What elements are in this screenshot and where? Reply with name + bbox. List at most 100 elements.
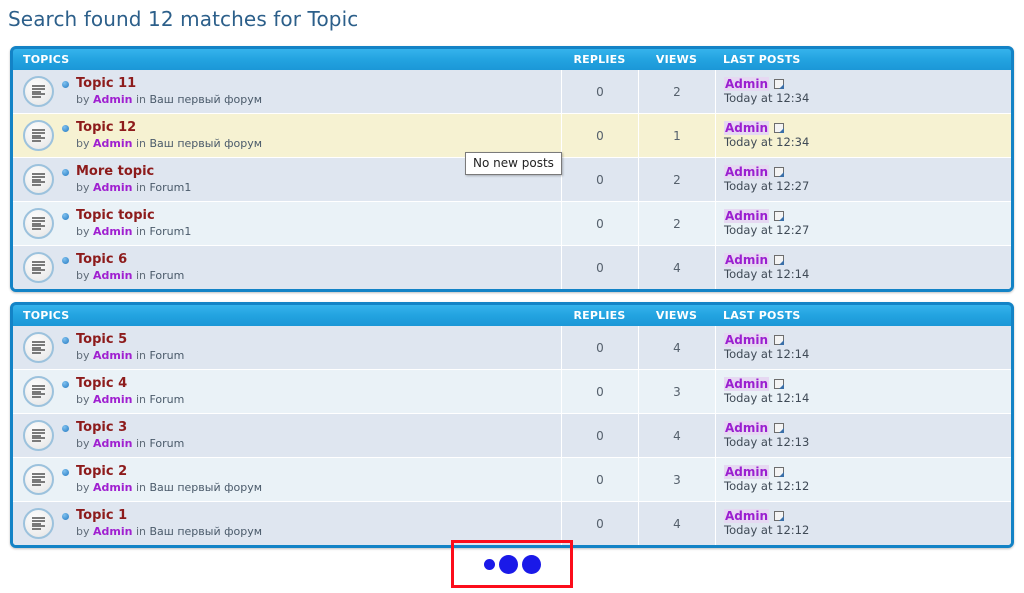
last-post-time: Today at 12:14 [724, 267, 810, 282]
last-post-author-link[interactable]: Admin [724, 208, 770, 224]
topic-no-new-posts-icon[interactable] [23, 376, 54, 407]
last-post-cell: Admin Today at 12:13 [715, 414, 985, 457]
topic-author-link[interactable]: Admin [93, 481, 132, 494]
pagination-dot[interactable] [498, 554, 518, 574]
table-row[interactable]: Topic 2 by Admin in Ваш первый форум 0 3 Adm… [13, 458, 1011, 502]
topic-no-new-posts-icon[interactable] [23, 164, 54, 195]
topic-no-new-posts-icon[interactable] [23, 252, 54, 283]
goto-last-post-icon[interactable] [774, 255, 785, 266]
topic-no-new-posts-icon[interactable] [23, 464, 54, 495]
table-row[interactable]: Topic 5 by Admin in Forum 0 4 Admin Today at … [13, 326, 1011, 370]
table-row[interactable]: Topic 4 by Admin in Forum 0 3 Admin Today at … [13, 370, 1011, 414]
last-post-author-link[interactable]: Admin [724, 120, 770, 136]
forum-name-link[interactable]: Forum1 [149, 225, 191, 238]
forum-name-link[interactable]: Forum [149, 269, 184, 282]
forum-name-link[interactable]: Ваш первый форум [149, 93, 262, 106]
status-dot-icon [62, 380, 69, 388]
goto-last-post-icon[interactable] [774, 467, 785, 478]
column-header-topics[interactable]: TOPICS [13, 53, 561, 66]
topic-title-link[interactable]: Topic 2 [76, 464, 127, 480]
goto-last-post-icon[interactable] [774, 79, 785, 90]
topic-author-link[interactable]: Admin [93, 269, 132, 282]
topic-title-link[interactable]: Topic 4 [76, 376, 127, 392]
topic-author-link[interactable]: Admin [93, 137, 132, 150]
topics-table-2: TOPICS REPLIES VIEWS LAST POSTS Topic 5b… [10, 302, 1014, 548]
table-row[interactable]: Topic 6 by Admin in Forum 0 4 Admin Today at … [13, 246, 1011, 289]
last-post-author-link[interactable]: Admin [724, 376, 770, 392]
forum-name-link[interactable]: Forum1 [149, 181, 191, 194]
topic-text: Topic 11 by Admin in Ваш первый форум [62, 76, 262, 107]
pagination-dot[interactable] [521, 554, 541, 574]
pagination-control[interactable] [451, 540, 573, 588]
forum-name-link[interactable]: Forum [149, 349, 184, 362]
goto-last-post-icon[interactable] [774, 211, 785, 222]
column-header-views[interactable]: VIEWS [638, 309, 715, 322]
forum-name-link[interactable]: Forum [149, 437, 184, 450]
last-post-time: Today at 12:12 [724, 523, 810, 538]
column-header-replies[interactable]: REPLIES [561, 53, 638, 66]
forum-name-link[interactable]: Ваш первый форум [149, 137, 262, 150]
by-label: by [76, 268, 93, 282]
topic-author-link[interactable]: Admin [93, 437, 132, 450]
last-post-author-line: Admin [724, 508, 985, 524]
topic-text: Topic 12 by Admin in Ваш первый форум [62, 120, 262, 151]
goto-last-post-icon[interactable] [774, 423, 785, 434]
topic-author-link[interactable]: Admin [93, 349, 132, 362]
last-post-author-link[interactable]: Admin [724, 508, 770, 524]
topic-no-new-posts-icon[interactable] [23, 508, 54, 539]
column-header-last-posts[interactable]: LAST POSTS [715, 309, 985, 322]
topic-title-line: Topic 3 [62, 420, 184, 436]
topic-title-link[interactable]: Topic 11 [76, 76, 136, 92]
topic-author-link[interactable]: Admin [93, 393, 132, 406]
topic-title-link[interactable]: Topic 3 [76, 420, 127, 436]
forum-name-link[interactable]: Ваш первый форум [149, 481, 262, 494]
goto-last-post-icon[interactable] [774, 511, 785, 522]
goto-last-post-icon[interactable] [774, 123, 785, 134]
table-row[interactable]: Topic 11 by Admin in Ваш первый форум 0 2 Ad… [13, 70, 1011, 114]
topic-author-link[interactable]: Admin [93, 525, 132, 538]
topic-no-new-posts-icon[interactable] [23, 76, 54, 107]
goto-last-post-icon[interactable] [774, 379, 785, 390]
goto-last-post-icon[interactable] [774, 167, 785, 178]
forum-name-link[interactable]: Ваш первый форум [149, 525, 262, 538]
last-post-author-link[interactable]: Admin [724, 76, 770, 92]
goto-last-post-icon[interactable] [774, 335, 785, 346]
last-post-author-link[interactable]: Admin [724, 252, 770, 268]
forum-name-link[interactable]: Forum [149, 393, 184, 406]
by-label: by [76, 136, 93, 150]
topic-text: Topic 2 by Admin in Ваш первый форум [62, 464, 262, 495]
last-post-author-link[interactable]: Admin [724, 420, 770, 436]
last-post-author-link[interactable]: Admin [724, 164, 770, 180]
topic-author-link[interactable]: Admin [93, 225, 132, 238]
topic-cell: Topic 4 by Admin in Forum [13, 370, 561, 413]
last-post-author-line: Admin [724, 208, 985, 224]
column-header-topics[interactable]: TOPICS [13, 309, 561, 322]
replies-count: 0 [561, 326, 638, 369]
views-count: 1 [638, 114, 715, 157]
topic-meta: by Admin in Ваш первый форум [76, 93, 262, 107]
topic-no-new-posts-icon[interactable] [23, 420, 54, 451]
topic-author-link[interactable]: Admin [93, 93, 132, 106]
topic-title-link[interactable]: More topic [76, 164, 154, 180]
table-row[interactable]: Topic 1 by Admin in Ваш первый форум 0 4 Adm… [13, 502, 1011, 545]
topic-title-link[interactable]: Topic 5 [76, 332, 127, 348]
table-row[interactable]: Topic topic by Admin in Forum1 0 2 Admin Toda… [13, 202, 1011, 246]
column-header-views[interactable]: VIEWS [638, 53, 715, 66]
last-post-author-link[interactable]: Admin [724, 464, 770, 480]
table-row[interactable]: Topic 3 by Admin in Forum 0 4 Admin Today at … [13, 414, 1011, 458]
topic-title-line: Topic 6 [62, 252, 184, 268]
pagination-dot[interactable] [483, 558, 495, 570]
topic-title-link[interactable]: Topic 12 [76, 120, 136, 136]
topic-title-line: Topic topic [62, 208, 191, 224]
topic-author-link[interactable]: Admin [93, 181, 132, 194]
topic-no-new-posts-icon[interactable] [23, 332, 54, 363]
topic-title-link[interactable]: Topic 6 [76, 252, 127, 268]
topic-no-new-posts-icon[interactable] [23, 120, 54, 151]
column-header-last-posts[interactable]: LAST POSTS [715, 53, 985, 66]
last-post-author-link[interactable]: Admin [724, 332, 770, 348]
topic-title-link[interactable]: Topic topic [76, 208, 155, 224]
search-results-page: Search found 12 matches for Topic TOPICS… [0, 0, 1024, 593]
column-header-replies[interactable]: REPLIES [561, 309, 638, 322]
topic-no-new-posts-icon[interactable] [23, 208, 54, 239]
topic-title-link[interactable]: Topic 1 [76, 508, 127, 524]
